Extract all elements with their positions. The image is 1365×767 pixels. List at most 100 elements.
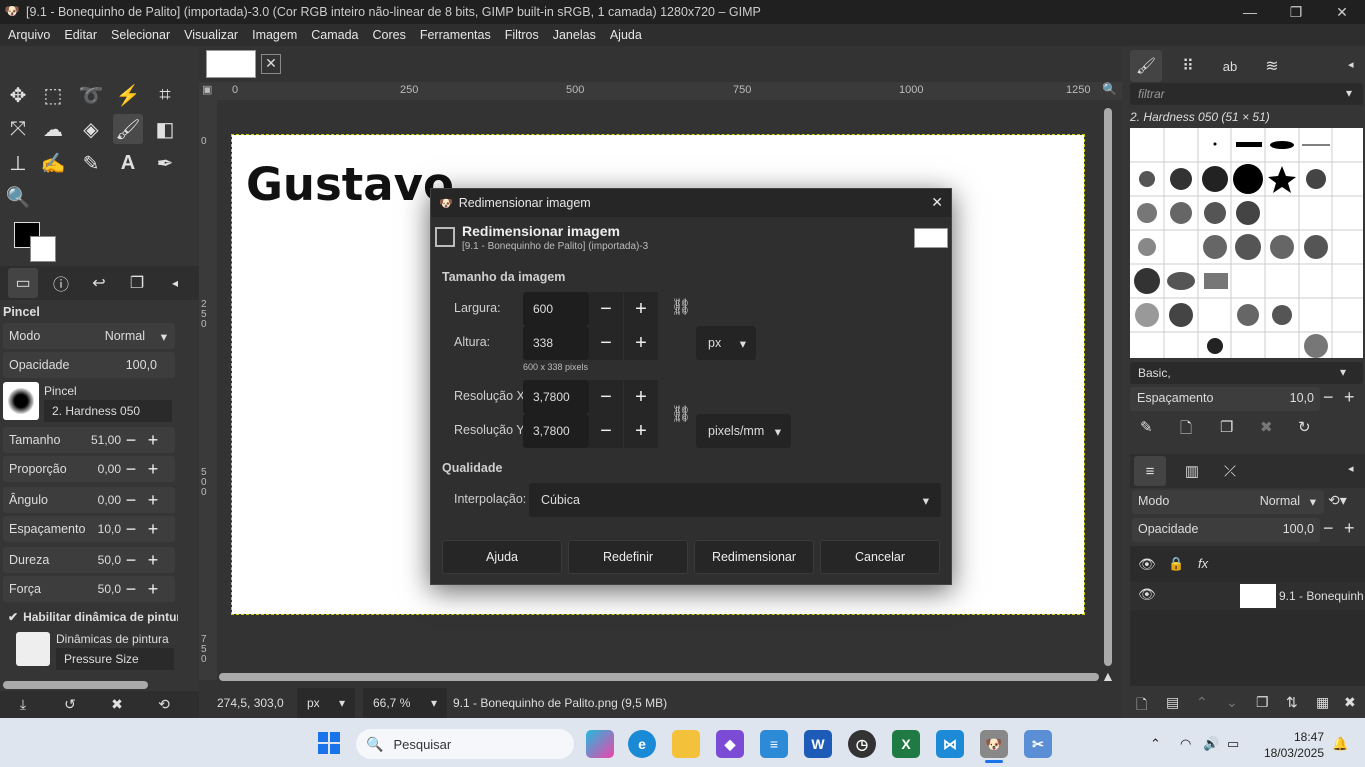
paintbrush-icon[interactable]: 🖌 bbox=[113, 114, 143, 144]
duplicate-brush-icon[interactable]: ❐ bbox=[1220, 418, 1233, 436]
layers-tab-icon[interactable]: ≡ bbox=[1134, 456, 1166, 486]
chain-link-icon[interactable]: ⛓ bbox=[671, 297, 691, 317]
minus-icon[interactable]: − bbox=[121, 550, 141, 571]
dynamics-preview-icon[interactable] bbox=[16, 632, 50, 666]
plus-icon[interactable]: + bbox=[143, 579, 163, 600]
toolbox-scrollbar[interactable] bbox=[3, 681, 148, 689]
menu-camada[interactable]: Camada bbox=[303, 28, 364, 42]
new-group-icon[interactable]: ▤ bbox=[1166, 694, 1179, 711]
resx-input[interactable]: 3,7800 bbox=[523, 380, 589, 414]
close-tab-icon[interactable]: ✕ bbox=[261, 54, 281, 74]
new-brush-icon[interactable]: 🗋 bbox=[1180, 418, 1192, 443]
resx-minus-button[interactable]: − bbox=[589, 380, 623, 414]
close-button[interactable]: ✕ bbox=[1319, 0, 1365, 24]
layer-row[interactable]: 👁 9.1 - Bonequinh bbox=[1130, 582, 1365, 610]
taskbar-search[interactable]: 🔍 Pesquisar bbox=[356, 729, 574, 759]
fuzzy-select-icon[interactable]: ⚡ bbox=[113, 80, 143, 110]
layer-opacity-row[interactable]: Opacidade 100,0 bbox=[1132, 518, 1320, 542]
brush-name-field[interactable]: 2. Hardness 050 bbox=[44, 400, 172, 422]
help-button[interactable]: Ajuda bbox=[442, 540, 562, 574]
paths-icon[interactable]: ✎ bbox=[76, 148, 106, 178]
history-tab-icon[interactable]: ≋ bbox=[1256, 50, 1288, 82]
brush-preview[interactable] bbox=[3, 382, 39, 420]
maximize-button[interactable]: ❐ bbox=[1273, 0, 1319, 24]
dynamics-checkbox[interactable]: ✔ Habilitar dinâmica de pintur bbox=[8, 610, 178, 624]
interpolation-combo[interactable]: Cúbica ▾ bbox=[529, 483, 941, 517]
edge-icon[interactable]: e bbox=[628, 730, 656, 758]
reset-options-icon[interactable]: ⟲ bbox=[149, 689, 179, 719]
minus-icon[interactable]: − bbox=[1323, 387, 1334, 408]
clock-app-icon[interactable]: ◷ bbox=[848, 730, 876, 758]
wifi-icon[interactable]: ◠ bbox=[1180, 736, 1191, 752]
minus-icon[interactable]: − bbox=[121, 430, 141, 451]
plus-icon[interactable]: + bbox=[143, 550, 163, 571]
word-icon[interactable]: W bbox=[804, 730, 832, 758]
navigate-icon[interactable]: ▲ bbox=[1101, 668, 1115, 684]
unit-combo[interactable]: px ▾ bbox=[696, 326, 756, 360]
width-plus-button[interactable]: + bbox=[624, 292, 658, 326]
quick-mask-icon[interactable]: ▣ bbox=[202, 83, 212, 96]
chevron-up-icon[interactable]: ⌃ bbox=[1150, 736, 1161, 752]
size-row[interactable]: Tamanho 51,00− + bbox=[3, 427, 175, 453]
delete-brush-icon[interactable]: ✖ bbox=[1260, 418, 1273, 436]
plus-icon[interactable]: + bbox=[143, 430, 163, 451]
height-input[interactable]: 338 bbox=[523, 326, 589, 360]
menu-ferramentas[interactable]: Ferramentas bbox=[412, 28, 497, 42]
menu-filtros[interactable]: Filtros bbox=[497, 28, 545, 42]
crop-icon[interactable]: ⌗ bbox=[150, 80, 180, 110]
minus-icon[interactable]: − bbox=[121, 579, 141, 600]
brush-grid[interactable] bbox=[1130, 128, 1363, 358]
bucket-fill-icon[interactable]: ◈ bbox=[76, 114, 106, 144]
menu-janelas[interactable]: Janelas bbox=[545, 28, 602, 42]
brush-filter-input[interactable]: filtrar bbox=[1130, 83, 1363, 105]
horizontal-scrollbar[interactable] bbox=[219, 673, 1099, 681]
menu-cores[interactable]: Cores bbox=[365, 28, 412, 42]
windows-start-icon[interactable] bbox=[318, 732, 340, 754]
height-minus-button[interactable]: − bbox=[589, 326, 623, 360]
zoom-icon[interactable]: 🔍 bbox=[3, 182, 33, 212]
minus-icon[interactable]: − bbox=[121, 459, 141, 480]
resy-input[interactable]: 3,7800 bbox=[523, 414, 589, 448]
dock-menu-icon[interactable]: ◂ bbox=[1348, 462, 1354, 475]
width-minus-button[interactable]: − bbox=[589, 292, 623, 326]
plus-icon[interactable]: + bbox=[143, 519, 163, 540]
text-tool-icon[interactable]: A bbox=[113, 148, 143, 178]
clone-icon[interactable]: ⊥ bbox=[3, 148, 33, 178]
width-input[interactable]: 600 bbox=[523, 292, 589, 326]
image-tab-thumbnail[interactable] bbox=[206, 50, 256, 78]
menu-visualizar[interactable]: Visualizar bbox=[176, 28, 244, 42]
chain-link-icon[interactable]: ⛓ bbox=[671, 404, 691, 424]
dock-menu-icon[interactable]: ◂ bbox=[1348, 58, 1354, 71]
minus-icon[interactable]: − bbox=[121, 490, 141, 511]
refresh-brushes-icon[interactable]: ↻ bbox=[1298, 418, 1311, 436]
device-status-tab-icon[interactable]: ⓘ bbox=[46, 268, 76, 298]
angle-row[interactable]: Ângulo 0,00− + bbox=[3, 487, 175, 513]
vscode-icon[interactable]: ⋈ bbox=[936, 730, 964, 758]
minimize-button[interactable]: — bbox=[1227, 0, 1273, 24]
file-explorer-icon[interactable] bbox=[672, 730, 700, 758]
delete-layer-icon[interactable]: ✖ bbox=[1344, 694, 1356, 711]
transform-icon[interactable]: ⤧ bbox=[3, 114, 33, 144]
aspect-row[interactable]: Proporção 0,00− + bbox=[3, 456, 175, 482]
restore-options-icon[interactable]: ↺ bbox=[55, 689, 85, 719]
taskbar-date[interactable]: 18/03/2025 bbox=[1256, 746, 1324, 760]
menu-editar[interactable]: Editar bbox=[56, 28, 103, 42]
cancel-button[interactable]: Cancelar bbox=[820, 540, 940, 574]
edit-brush-icon[interactable]: ✎ bbox=[1140, 418, 1153, 436]
tool-options-tab-icon[interactable]: ▭ bbox=[8, 268, 38, 298]
rect-select-icon[interactable]: ⬚ bbox=[38, 80, 68, 110]
zoom-icon[interactable]: 🔍 bbox=[1102, 82, 1117, 96]
excel-icon[interactable]: X bbox=[892, 730, 920, 758]
chevron-down-icon[interactable]: ▾ bbox=[1340, 365, 1346, 379]
visual-studio-icon[interactable]: ◆ bbox=[716, 730, 744, 758]
dialog-close-button[interactable]: ✕ bbox=[931, 194, 943, 211]
dynamics-field[interactable]: Pressure Size bbox=[56, 648, 174, 670]
merge-layer-icon[interactable]: ⇅ bbox=[1286, 694, 1298, 711]
unit-select[interactable]: px ▾ bbox=[297, 688, 355, 718]
patterns-tab-icon[interactable]: ⠿ bbox=[1172, 50, 1204, 82]
resy-minus-button[interactable]: − bbox=[589, 414, 623, 448]
force-row[interactable]: Força 50,0− + bbox=[3, 576, 175, 602]
plus-icon[interactable]: + bbox=[143, 459, 163, 480]
plus-icon[interactable]: + bbox=[143, 490, 163, 511]
height-plus-button[interactable]: + bbox=[624, 326, 658, 360]
